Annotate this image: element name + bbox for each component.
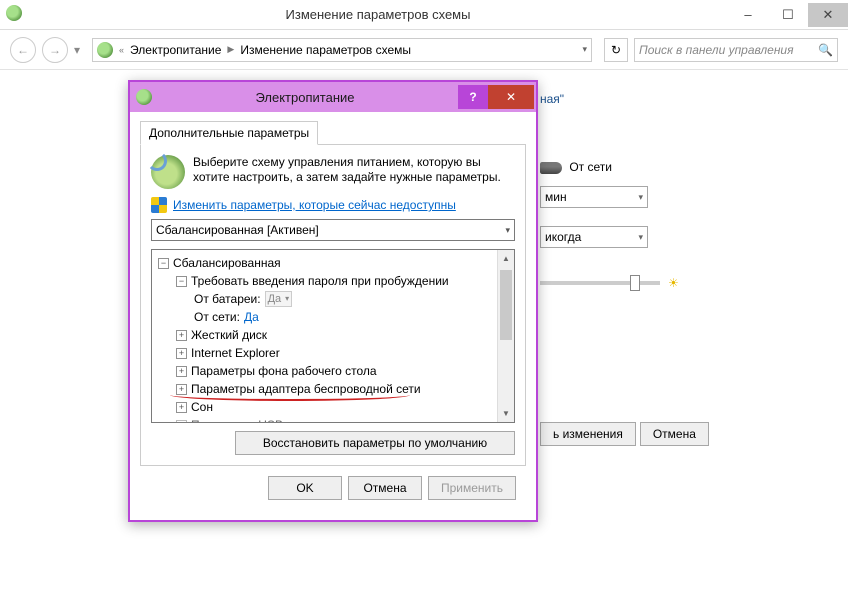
settings-tree[interactable]: − Сбалансированная − Требовать введения … [151, 249, 515, 423]
restore-defaults-button[interactable]: Восстановить параметры по умолчанию [235, 431, 515, 455]
minimize-button[interactable]: – [728, 3, 768, 27]
tree-node-password-on-wake[interactable]: − Требовать введения пароля при пробужде… [154, 272, 512, 290]
cancel-button[interactable]: Отмена [348, 476, 422, 500]
refresh-button[interactable]: ↻ [604, 38, 628, 62]
dropdown-history-icon[interactable]: ▾ [74, 43, 80, 57]
plug-label: От сети [569, 160, 612, 174]
expand-icon[interactable]: + [176, 420, 187, 424]
close-button[interactable]: ✕ [808, 3, 848, 27]
shield-icon [151, 197, 167, 213]
tree-node-wireless-adapter[interactable]: + Параметры адаптера беспроводной сети [154, 380, 512, 398]
tree-node-balanced[interactable]: − Сбалансированная [154, 254, 512, 272]
breadcrumb-item[interactable]: Электропитание [130, 43, 221, 57]
dialog-title: Электропитание [152, 90, 458, 105]
instruction-text: Выберите схему управления питанием, кото… [193, 155, 515, 185]
background-buttons: ь изменения Отмена [540, 422, 709, 446]
sleep-select[interactable]: икогда ▾ [540, 226, 648, 248]
value-combo[interactable]: Да ▾ [265, 291, 293, 307]
tree-node-usb[interactable]: + Параметры USB [154, 416, 512, 423]
tree-scrollbar[interactable]: ▲ ▼ [497, 250, 514, 422]
background-content: ная" От сети мин ▾ икогда ▾ ☀ [540, 92, 679, 290]
ok-button[interactable]: OK [268, 476, 342, 500]
select-value: икогда [545, 230, 581, 244]
power-plan-icon [151, 155, 185, 189]
plan-select-value: Сбалансированная [Активен] [156, 223, 319, 237]
back-button[interactable]: ← [10, 37, 36, 63]
window-title: Изменение параметров схемы [28, 7, 728, 22]
breadcrumb-item[interactable]: Изменение параметров схемы [240, 43, 411, 57]
dialog-close-button[interactable]: ✕ [488, 85, 534, 109]
tree-node-desktop-bg[interactable]: + Параметры фона рабочего стола [154, 362, 512, 380]
app-icon [0, 5, 28, 24]
scroll-down-icon[interactable]: ▼ [498, 405, 514, 422]
forward-button[interactable]: → [42, 37, 68, 63]
cancel-button[interactable]: Отмена [640, 422, 709, 446]
help-button[interactable]: ? [458, 85, 488, 109]
breadcrumb-sep: ▶ [227, 44, 234, 55]
tab-advanced[interactable]: Дополнительные параметры [140, 121, 318, 145]
tree-node-sleep[interactable]: + Сон [154, 398, 512, 416]
scroll-thumb[interactable] [500, 270, 512, 340]
tab-panel: Выберите схему управления питанием, кото… [140, 144, 526, 466]
chevron-down-icon[interactable]: ▾ [582, 44, 587, 55]
power-icon [97, 42, 113, 58]
chevron-down-icon: ▾ [285, 290, 289, 308]
plan-select[interactable]: Сбалансированная [Активен] ▾ [151, 219, 515, 241]
expand-icon[interactable]: + [176, 402, 187, 413]
brightness-icon: ☀ [668, 276, 679, 290]
expand-icon[interactable]: + [176, 384, 187, 395]
dialog-footer: OK Отмена Применить [140, 466, 526, 510]
toolbar: ← → ▾ « Электропитание ▶ Изменение парам… [0, 30, 848, 70]
display-off-select[interactable]: мин ▾ [540, 186, 648, 208]
collapse-icon[interactable]: − [176, 276, 187, 287]
tree-leaf-plugged-in[interactable]: От сети: Да [154, 308, 512, 326]
apply-button[interactable]: Применить [428, 476, 516, 500]
value-link[interactable]: Да [244, 308, 259, 326]
chevron-down-icon: ▾ [638, 232, 643, 243]
power-icon [136, 89, 152, 105]
expand-icon[interactable]: + [176, 348, 187, 359]
plug-icon [540, 162, 562, 174]
brightness-slider[interactable]: ☀ [540, 276, 679, 290]
tree-node-hard-disk[interactable]: + Жесткий диск [154, 326, 512, 344]
change-unavailable-link[interactable]: Изменить параметры, которые сейчас недос… [173, 198, 456, 212]
power-options-dialog: Электропитание ? ✕ Дополнительные параме… [128, 80, 538, 522]
collapse-icon[interactable]: − [158, 258, 169, 269]
expand-icon[interactable]: + [176, 330, 187, 341]
scroll-up-icon[interactable]: ▲ [498, 250, 514, 267]
tree-leaf-on-battery[interactable]: От батареи: Да ▾ [154, 290, 512, 308]
expand-icon[interactable]: + [176, 366, 187, 377]
window-titlebar: Изменение параметров схемы – ☐ ✕ [0, 0, 848, 30]
plugged-in-column: От сети [540, 160, 679, 174]
search-placeholder: Поиск в панели управления [639, 43, 794, 57]
maximize-button[interactable]: ☐ [768, 3, 808, 27]
chevron-down-icon: ▾ [505, 225, 510, 236]
chevron-down-icon: ▾ [638, 192, 643, 203]
breadcrumb[interactable]: « Электропитание ▶ Изменение параметров … [92, 38, 592, 62]
select-value: мин [545, 190, 567, 204]
dialog-titlebar: Электропитание ? ✕ [130, 82, 536, 112]
save-changes-button[interactable]: ь изменения [540, 422, 636, 446]
tree-node-ie[interactable]: + Internet Explorer [154, 344, 512, 362]
scheme-name-fragment: ная" [540, 92, 679, 106]
search-input[interactable]: Поиск в панели управления 🔍 [634, 38, 838, 62]
breadcrumb-sep: « [119, 45, 124, 55]
search-icon: 🔍 [818, 43, 833, 57]
